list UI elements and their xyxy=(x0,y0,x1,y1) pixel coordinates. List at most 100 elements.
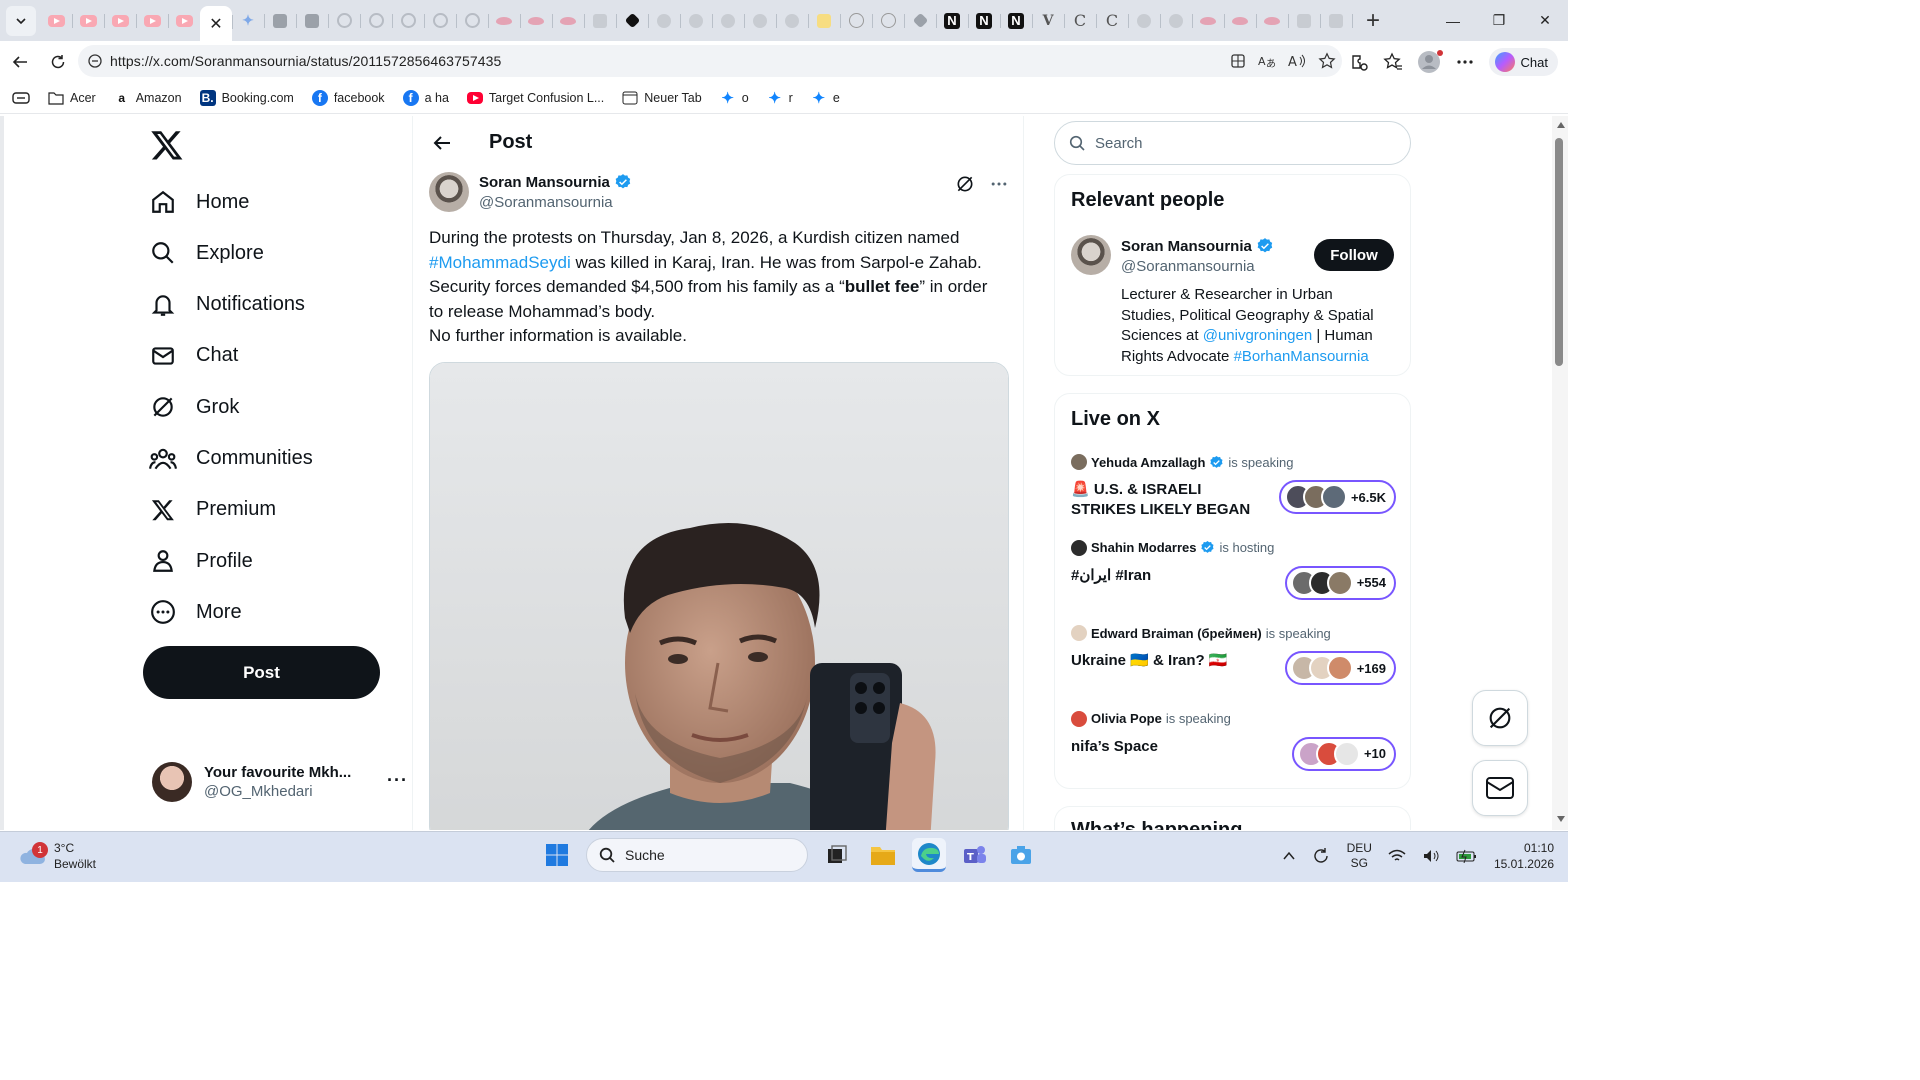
minimize-button[interactable]: — xyxy=(1430,0,1476,41)
grok-fab[interactable] xyxy=(1472,690,1528,746)
hashtag-link[interactable]: #BorhanMansournia xyxy=(1234,348,1369,365)
browser-tab[interactable] xyxy=(1256,5,1289,37)
battery-icon[interactable] xyxy=(1456,849,1478,863)
browser-tab[interactable] xyxy=(552,5,585,37)
browser-tab[interactable] xyxy=(104,5,137,37)
relevant-avatar[interactable] xyxy=(1071,235,1111,275)
nav-item-home[interactable]: Home xyxy=(148,178,249,226)
browser-tab[interactable]: ✦ xyxy=(232,5,265,37)
favorite-star-icon[interactable] xyxy=(1318,52,1336,70)
profile-avatar-button[interactable] xyxy=(1417,50,1443,74)
browser-tab[interactable] xyxy=(648,5,681,37)
new-tab-button[interactable]: + xyxy=(1366,7,1380,35)
post-image[interactable] xyxy=(429,362,1009,830)
author-avatar[interactable] xyxy=(429,172,469,212)
nav-item-explore[interactable]: Explore xyxy=(148,229,264,277)
favorites-icon[interactable] xyxy=(1382,52,1403,72)
browser-tab[interactable] xyxy=(808,5,841,37)
space-listeners-pill[interactable]: +6.5K xyxy=(1278,480,1396,514)
browser-tab[interactable] xyxy=(392,5,425,37)
bookmark-item[interactable]: a Amazon xyxy=(113,90,182,106)
task-view-button[interactable] xyxy=(820,838,854,872)
space-listeners-pill[interactable]: +554 xyxy=(1284,565,1396,600)
nav-item-more[interactable]: More xyxy=(148,588,242,636)
post-button[interactable]: Post xyxy=(143,646,380,699)
start-button[interactable] xyxy=(540,838,574,872)
language-indicator[interactable]: DEU SG xyxy=(1347,841,1372,871)
chevron-up-icon[interactable] xyxy=(1283,851,1295,861)
sync-icon[interactable] xyxy=(1311,846,1331,866)
author-name[interactable]: Soran Mansournia xyxy=(479,174,610,191)
wifi-icon[interactable] xyxy=(1388,849,1406,863)
copilot-chat-button[interactable]: Chat xyxy=(1488,48,1558,76)
edge-button[interactable] xyxy=(912,838,946,872)
browser-tab[interactable] xyxy=(296,5,329,37)
browser-tab[interactable] xyxy=(1288,5,1321,37)
back-button[interactable] xyxy=(2,44,38,80)
bookmark-item[interactable]: Neuer Tab xyxy=(622,90,702,106)
teams-button[interactable]: T xyxy=(958,838,992,872)
bookmark-item[interactable]: B. Booking.com xyxy=(199,90,294,106)
nav-item-grok[interactable]: Grok xyxy=(148,383,239,431)
more-horizontal-icon[interactable] xyxy=(989,174,1009,194)
browser-tab[interactable]: N xyxy=(1000,5,1033,37)
bookmark-item[interactable]: Acer xyxy=(48,90,96,106)
messages-fab[interactable] xyxy=(1472,760,1528,816)
scroll-down-arrow-icon[interactable] xyxy=(1557,816,1565,822)
nav-item-notifications[interactable]: Notifications xyxy=(148,281,305,329)
scroll-up-arrow-icon[interactable] xyxy=(1557,122,1565,128)
hashtag-link[interactable]: #MohammadSeydi xyxy=(429,253,571,272)
mention-link[interactable]: @univgroningen xyxy=(1203,327,1312,344)
browser-tab[interactable] xyxy=(40,5,73,37)
scrollbar-thumb[interactable] xyxy=(1555,138,1563,366)
browser-tab[interactable] xyxy=(168,5,201,37)
bookmark-item[interactable]: f facebook xyxy=(311,90,385,106)
browser-tab[interactable] xyxy=(616,5,649,37)
browser-tab[interactable] xyxy=(744,5,777,37)
live-space-item[interactable]: Olivia Pope is speaking nifa’s Space +10 xyxy=(1071,710,1396,791)
close-window-button[interactable]: ✕ xyxy=(1522,0,1568,41)
follow-button[interactable]: Follow xyxy=(1314,239,1394,271)
bookmark-item[interactable]: f a ha xyxy=(402,90,449,106)
browser-tab[interactable] xyxy=(424,5,457,37)
browser-tab[interactable] xyxy=(1128,5,1161,37)
browser-tab[interactable] xyxy=(680,5,713,37)
browser-tab[interactable] xyxy=(360,5,393,37)
browser-tab[interactable] xyxy=(776,5,809,37)
speaker-icon[interactable] xyxy=(1422,848,1440,864)
live-space-item[interactable]: Yehuda Amzallagh is speaking 🚨 U.S. & ISRA… xyxy=(1071,454,1396,534)
browser-tab[interactable] xyxy=(872,5,905,37)
address-bar[interactable]: https://x.com/Soranmansournia/status/201… xyxy=(78,45,1342,77)
tab-actions-menu[interactable] xyxy=(6,5,36,36)
extensions-icon[interactable] xyxy=(1349,52,1369,72)
site-info-icon[interactable] xyxy=(88,54,102,68)
nav-item-premium[interactable]: Premium xyxy=(148,486,276,534)
browser-tab[interactable] xyxy=(520,5,553,37)
browser-tab[interactable]: C xyxy=(1096,5,1129,37)
space-listeners-pill[interactable]: +10 xyxy=(1291,736,1396,771)
browser-tab[interactable]: N xyxy=(936,5,969,37)
relevant-handle[interactable]: @Soranmansournia xyxy=(1121,258,1274,275)
weather-widget[interactable]: 1 3°C Bewölkt xyxy=(18,840,96,872)
app-install-icon[interactable] xyxy=(1230,53,1246,69)
browser-tab[interactable] xyxy=(488,5,521,37)
space-listeners-pill[interactable]: +169 xyxy=(1284,651,1396,685)
browser-tab[interactable] xyxy=(712,5,745,37)
account-switcher[interactable]: Your favourite Mkh... @OG_Mkhedari ··· xyxy=(152,756,407,808)
back-arrow-icon[interactable] xyxy=(431,133,453,153)
nav-item-communities[interactable]: Communities xyxy=(148,435,313,483)
browser-tab[interactable]: V xyxy=(1032,5,1065,37)
more-horizontal-icon[interactable] xyxy=(1455,52,1475,72)
bookmark-item[interactable]: ✦ r xyxy=(767,90,792,107)
nav-item-chat[interactable]: Chat xyxy=(148,332,238,380)
browser-tab[interactable] xyxy=(72,5,105,37)
bookmark-item[interactable]: Target Confusion L... xyxy=(466,90,604,106)
account-more-icon[interactable]: ··· xyxy=(387,770,408,791)
bookmark-item[interactable]: ✦ e xyxy=(811,90,840,107)
x-logo-icon[interactable] xyxy=(150,128,184,162)
file-explorer-button[interactable] xyxy=(866,838,900,872)
read-aloud-icon[interactable]: A xyxy=(1288,53,1306,69)
browser-tab[interactable] xyxy=(456,5,489,37)
maximize-button[interactable]: ❐ xyxy=(1476,0,1522,41)
relevant-name[interactable]: Soran Mansournia xyxy=(1121,238,1252,255)
